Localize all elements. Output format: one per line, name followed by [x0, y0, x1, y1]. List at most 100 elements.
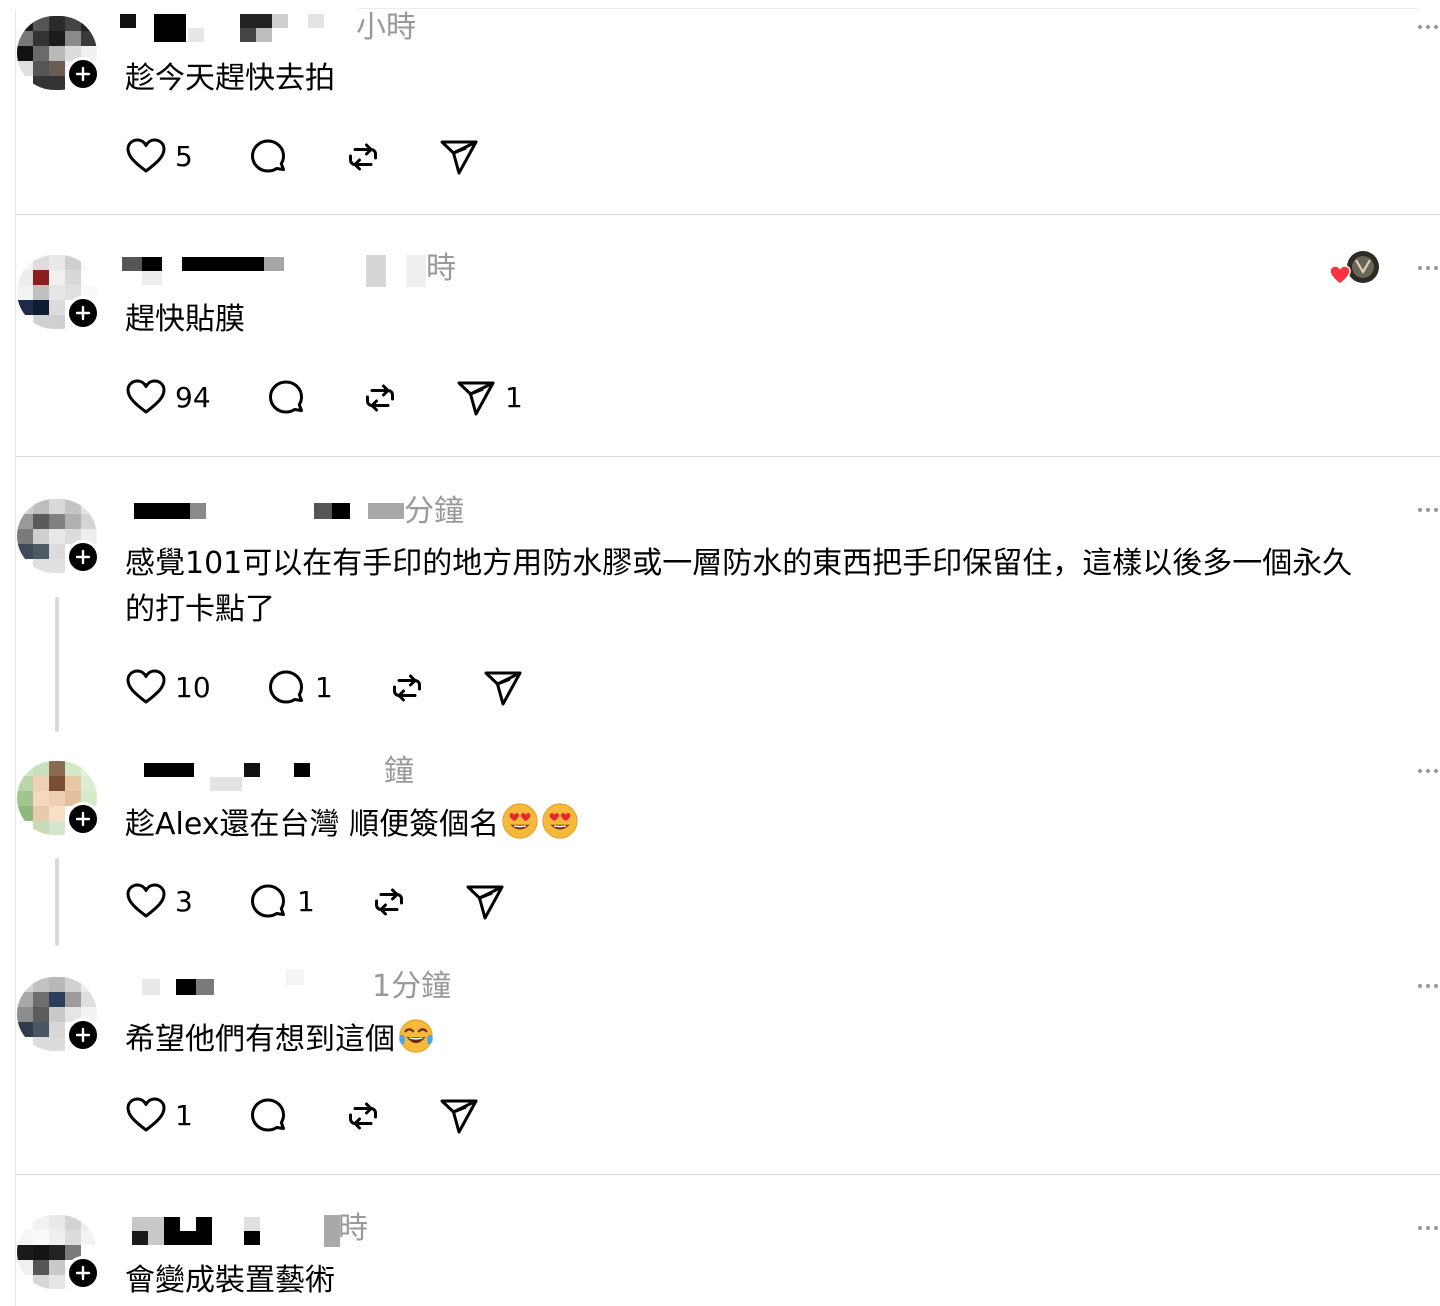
repost-button[interactable] — [386, 666, 428, 710]
share-button[interactable] — [438, 1094, 480, 1138]
reply-button[interactable] — [247, 135, 289, 179]
redacted-username — [256, 28, 272, 42]
follow-button[interactable] — [66, 802, 100, 836]
more-dots-icon[interactable] — [1416, 22, 1440, 32]
thread-connector — [55, 858, 59, 946]
repost-arrows-icon — [368, 881, 410, 923]
redacted-username — [196, 979, 214, 995]
reply-post: 1分鐘 希望他們有想到這個 1 — [0, 963, 1440, 1175]
post-text-line: 的打卡點了 — [125, 592, 275, 627]
post-text: 希望他們有想到這個 — [125, 1022, 395, 1057]
post-body: 趁今天趕快去拍 — [125, 56, 1440, 102]
like-button[interactable]: 5 — [125, 135, 193, 179]
share-button[interactable]: 1 — [455, 376, 523, 420]
like-count: 94 — [175, 381, 211, 414]
redacted-username — [196, 1217, 212, 1245]
thread-connector — [55, 597, 59, 732]
avatar[interactable] — [17, 977, 100, 1052]
follow-button[interactable] — [66, 540, 100, 574]
paper-plane-icon — [482, 667, 524, 709]
heart-eyes-emoji — [501, 802, 539, 840]
post-timestamp: 時 — [426, 251, 456, 286]
follow-button[interactable] — [66, 1256, 100, 1290]
heart-outline-icon — [125, 881, 167, 923]
repost-arrows-icon — [386, 667, 428, 709]
heart-outline-icon — [125, 1095, 167, 1137]
redacted-username — [120, 14, 136, 28]
share-button[interactable] — [464, 880, 506, 924]
redacted-username — [190, 503, 206, 519]
redacted-username — [176, 979, 196, 995]
post-actions: 10 1 — [125, 666, 545, 710]
redacted-username — [144, 763, 194, 777]
redacted-username — [314, 503, 332, 519]
share-button[interactable] — [482, 666, 524, 710]
paper-plane-icon — [455, 377, 497, 419]
author-liked-badge — [1328, 250, 1382, 290]
redacted-username — [294, 763, 310, 777]
like-count: 10 — [175, 671, 211, 704]
reply-button[interactable]: 1 — [265, 666, 333, 710]
post-text: 趁Alex還在台灣 順便簽個名 — [125, 807, 500, 842]
share-button[interactable] — [438, 135, 480, 179]
more-dots-icon[interactable] — [1416, 263, 1440, 273]
reply-button[interactable] — [247, 1094, 289, 1138]
follow-button[interactable] — [66, 57, 100, 91]
plus-icon — [75, 1027, 91, 1043]
post-body: 希望他們有想到這個 — [125, 1017, 1440, 1063]
comment-bubble-icon — [247, 881, 289, 923]
plus-icon — [75, 305, 91, 321]
redacted-username — [240, 14, 272, 28]
repost-button[interactable] — [342, 1094, 384, 1138]
heart-outline-icon — [125, 667, 167, 709]
post-body: 感覺101可以在有手印的地方用防水膠或一層防水的東西把手印保留住，這樣以後多一個… — [125, 541, 1440, 633]
reply-button[interactable]: 1 — [247, 880, 315, 924]
reply-button[interactable] — [265, 376, 307, 420]
redacted-username — [210, 777, 242, 791]
plus-icon — [75, 1265, 91, 1281]
more-dots-icon[interactable] — [1416, 505, 1440, 515]
avatar[interactable] — [17, 255, 100, 330]
redacted-username — [240, 28, 256, 42]
like-button[interactable]: 10 — [125, 666, 211, 710]
like-button[interactable]: 1 — [125, 1094, 193, 1138]
avatar[interactable] — [17, 16, 100, 91]
follow-button[interactable] — [66, 296, 100, 330]
post-header — [120, 495, 410, 531]
heart-outline-icon — [125, 136, 167, 178]
comment-bubble-icon — [247, 136, 289, 178]
post-body: 趕快貼膜 — [125, 297, 1440, 343]
like-button[interactable]: 94 — [125, 376, 211, 420]
avatar[interactable] — [17, 499, 100, 574]
more-dots-icon[interactable] — [1416, 981, 1440, 991]
follow-button[interactable] — [66, 1018, 100, 1052]
repost-button[interactable] — [368, 880, 410, 924]
plus-icon — [75, 549, 91, 565]
post-actions: 1 — [125, 1094, 525, 1138]
redacted-username — [132, 1231, 148, 1245]
redacted-username — [368, 503, 404, 519]
post-text-line: 趁今天趕快去拍 — [125, 61, 335, 96]
author-liked-heart-icon — [1329, 251, 1379, 285]
post-actions: 5 — [125, 135, 525, 179]
redacted-username — [272, 14, 288, 28]
avatar[interactable] — [17, 1215, 100, 1290]
redacted-username — [188, 28, 204, 42]
more-dots-icon[interactable] — [1416, 766, 1440, 776]
reply-post: 時 趕快貼膜 94 1 — [0, 215, 1440, 457]
post-text-line: 希望他們有想到這個 — [125, 1017, 1440, 1063]
share-count: 1 — [505, 381, 523, 414]
redacted-username — [332, 503, 350, 519]
paper-plane-icon — [464, 881, 506, 923]
repost-button[interactable] — [359, 376, 401, 420]
more-dots-icon[interactable] — [1416, 1223, 1440, 1233]
post-actions: 3 1 — [125, 880, 525, 924]
repost-button[interactable] — [342, 135, 384, 179]
reply-count: 1 — [315, 671, 333, 704]
redacted-username — [264, 257, 284, 271]
like-button[interactable]: 3 — [125, 880, 193, 924]
redacted-username — [134, 503, 190, 519]
reply-post: 時 會變成裝置藝術 — [0, 1175, 1440, 1306]
plus-icon — [75, 66, 91, 82]
avatar[interactable] — [17, 761, 100, 836]
